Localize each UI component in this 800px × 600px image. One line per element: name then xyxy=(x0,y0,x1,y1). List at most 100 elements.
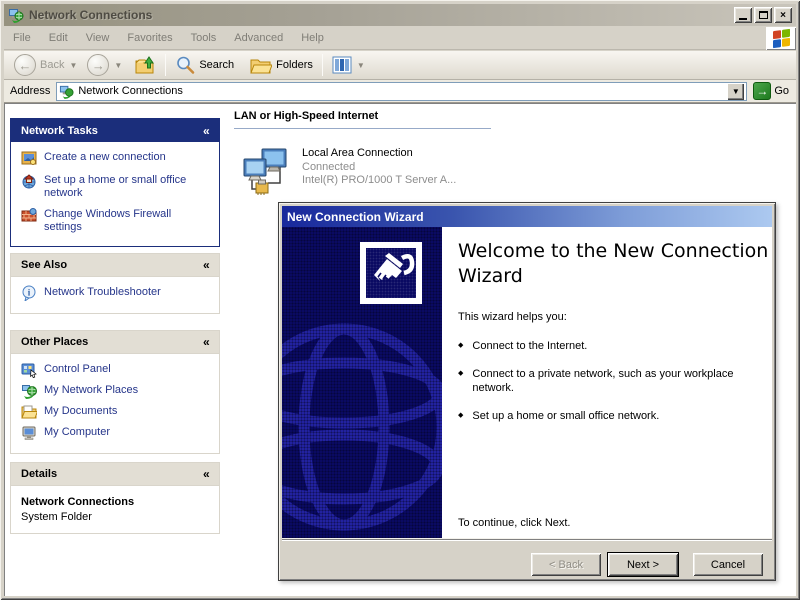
link-my-computer[interactable]: My Computer xyxy=(21,425,211,441)
menu-tools[interactable]: Tools xyxy=(182,29,226,47)
forward-button[interactable]: → ▼ xyxy=(83,52,126,78)
up-button[interactable] xyxy=(130,52,160,78)
other-places-header[interactable]: Other Places « xyxy=(11,331,219,354)
cancel-button[interactable]: Cancel xyxy=(693,553,763,576)
wizard-heading: Welcome to the New Connection Wizard xyxy=(458,239,778,289)
details-item-name: Network Connections xyxy=(21,496,209,508)
forward-dropdown-icon[interactable]: ▼ xyxy=(114,61,122,70)
back-dropdown-icon[interactable]: ▼ xyxy=(69,61,77,70)
section-title: LAN or High-Speed Internet xyxy=(234,110,796,126)
collapse-chevron-icon[interactable]: « xyxy=(203,467,209,481)
wizard-intro: This wizard helps you: xyxy=(458,311,778,323)
menu-advanced[interactable]: Advanced xyxy=(225,29,292,47)
network-connections-icon xyxy=(8,7,24,23)
back-label: Back xyxy=(40,59,64,71)
my-computer-icon xyxy=(21,425,37,441)
task-label: Change Windows Firewall settings xyxy=(44,207,211,234)
search-label: Search xyxy=(199,59,234,71)
wizard-footer-note: To continue, click Next. xyxy=(458,517,571,529)
bullet-text: Connect to a private network, such as yo… xyxy=(472,367,758,395)
my-network-places-icon xyxy=(21,383,37,399)
menu-favorites[interactable]: Favorites xyxy=(118,29,181,47)
back-wizard-button[interactable]: < Back xyxy=(531,553,601,576)
see-also-title: See Also xyxy=(21,259,67,271)
go-arrow-icon: → xyxy=(753,82,771,100)
details-panel: Details « Network Connections System Fol… xyxy=(10,462,220,534)
new-connection-icon xyxy=(21,150,37,166)
collapse-chevron-icon[interactable]: « xyxy=(203,258,209,272)
views-button[interactable]: ▼ xyxy=(328,54,369,76)
views-dropdown-icon[interactable]: ▼ xyxy=(357,61,365,70)
wizard-content: Welcome to the New Connection Wizard Thi… xyxy=(442,227,794,539)
go-button[interactable]: → Go xyxy=(751,81,794,101)
details-item-type: System Folder xyxy=(21,511,209,523)
link-label: My Computer xyxy=(44,425,110,441)
task-setup-home-network[interactable]: Set up a home or small office network xyxy=(21,173,211,200)
wizard-bullet-item: ◆ Connect to the Internet. xyxy=(458,339,758,353)
wizard-titlebar[interactable]: New Connection Wizard xyxy=(282,206,772,227)
address-input[interactable]: Network Connections ▼ xyxy=(56,82,747,101)
back-button[interactable]: ← Back ▼ xyxy=(10,52,81,78)
toolbar-separator xyxy=(165,54,166,76)
globe-graphic xyxy=(282,299,442,539)
task-label: Set up a home or small office network xyxy=(44,173,211,200)
rj45-connector-icon xyxy=(366,248,416,298)
task-label: Create a new connection xyxy=(44,150,166,166)
collapse-chevron-icon[interactable]: « xyxy=(203,124,209,138)
menu-bar: File Edit View Favorites Tools Advanced … xyxy=(4,27,796,50)
link-label: Control Panel xyxy=(44,362,111,378)
connection-status: Connected xyxy=(302,161,456,174)
bullet-icon: ◆ xyxy=(458,409,463,423)
menu-help[interactable]: Help xyxy=(292,29,333,47)
minimize-button[interactable] xyxy=(734,7,752,23)
details-header[interactable]: Details « xyxy=(11,463,219,486)
link-label: My Network Places xyxy=(44,383,138,399)
menu-edit[interactable]: Edit xyxy=(40,29,77,47)
connection-device: Intel(R) PRO/1000 T Server A... xyxy=(302,174,456,187)
search-button[interactable]: Search xyxy=(171,53,238,77)
address-dropdown-icon[interactable]: ▼ xyxy=(727,83,744,100)
link-label: Network Troubleshooter xyxy=(44,285,161,301)
network-tasks-title: Network Tasks xyxy=(21,125,98,137)
collapse-chevron-icon[interactable]: « xyxy=(203,335,209,349)
lan-connection-icon xyxy=(242,147,292,197)
see-also-panel: See Also « i Network Troubleshooter xyxy=(10,253,220,314)
task-create-connection[interactable]: Create a new connection xyxy=(21,150,211,166)
views-icon xyxy=(332,56,352,74)
address-value: Network Connections xyxy=(78,85,183,97)
local-area-connection-item[interactable]: Local Area Connection Connected Intel(R)… xyxy=(242,147,492,197)
home-network-icon xyxy=(21,173,37,189)
menu-view[interactable]: View xyxy=(77,29,119,47)
wizard-bullet-item: ◆ Set up a home or small office network. xyxy=(458,409,758,423)
link-label: My Documents xyxy=(44,404,117,420)
bullet-icon: ◆ xyxy=(458,339,463,353)
close-button[interactable]: × xyxy=(774,7,792,23)
link-network-troubleshooter[interactable]: i Network Troubleshooter xyxy=(21,285,211,301)
menu-file[interactable]: File xyxy=(4,29,40,47)
see-also-header[interactable]: See Also « xyxy=(11,254,219,277)
forward-icon: → xyxy=(87,54,109,76)
bullet-text: Set up a home or small office network. xyxy=(472,409,659,423)
connection-name: Local Area Connection xyxy=(302,147,456,159)
my-documents-icon xyxy=(21,404,37,420)
link-control-panel[interactable]: Control Panel xyxy=(21,362,211,378)
network-tasks-header[interactable]: Network Tasks « xyxy=(11,119,219,142)
wizard-bullet-item: ◆ Connect to a private network, such as … xyxy=(458,367,758,395)
connector-icon-box xyxy=(360,242,422,304)
wizard-watermark-panel xyxy=(282,227,442,539)
search-icon xyxy=(175,55,195,75)
control-panel-icon xyxy=(21,362,37,378)
task-change-firewall[interactable]: Change Windows Firewall settings xyxy=(21,207,211,234)
toolbar-separator xyxy=(322,54,323,76)
address-bar: Address Network Connections ▼ → Go xyxy=(4,80,796,103)
bullet-text: Connect to the Internet. xyxy=(472,339,587,353)
next-button[interactable]: Next > xyxy=(607,552,679,577)
other-places-title: Other Places xyxy=(21,336,88,348)
folders-button[interactable]: Folders xyxy=(246,53,317,77)
link-my-documents[interactable]: My Documents xyxy=(21,404,211,420)
address-location-icon xyxy=(59,84,74,99)
maximize-button[interactable] xyxy=(754,7,772,23)
link-my-network-places[interactable]: My Network Places xyxy=(21,383,211,399)
details-title: Details xyxy=(21,468,57,480)
windows-flag-icon xyxy=(773,28,790,47)
